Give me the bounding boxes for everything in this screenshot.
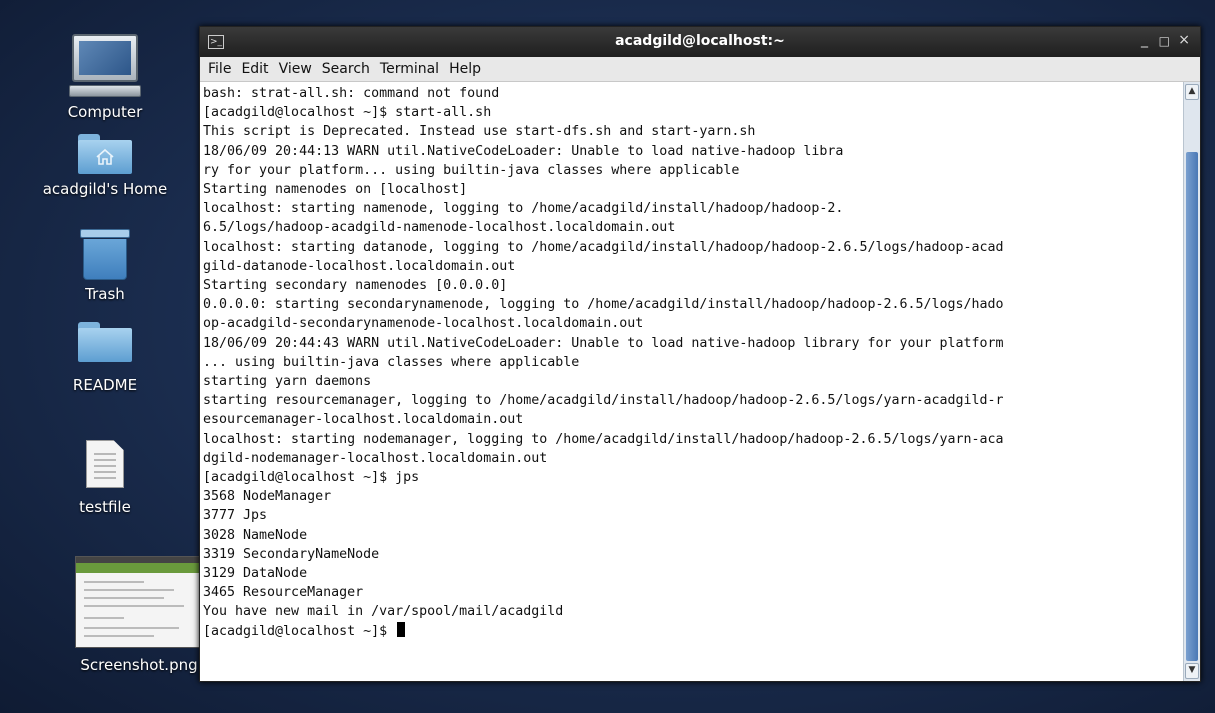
text-cursor xyxy=(397,621,406,637)
terminal-line: 3028 NameNode xyxy=(203,527,308,543)
menu-view[interactable]: View xyxy=(279,61,312,77)
terminal-line: You have new mail in /var/spool/mail/aca… xyxy=(203,604,564,620)
scroll-up-icon[interactable]: ▲ xyxy=(1185,84,1199,100)
terminal-line: localhost: starting nodemanager, logging… xyxy=(203,431,1004,447)
folder-icon xyxy=(78,322,132,362)
readme-desktop-icon[interactable]: README xyxy=(60,322,150,394)
trash-icon xyxy=(80,229,130,280)
terminal-line: 6.5/logs/hadoop-acadgild-namenode-localh… xyxy=(203,220,676,236)
terminal-line: dgild-nodemanager-localhost.localdomain.… xyxy=(203,450,548,466)
close-button[interactable]: × xyxy=(1178,32,1190,48)
text-file-icon xyxy=(86,440,124,488)
maximize-button[interactable]: □ xyxy=(1159,34,1170,48)
terminal-line: 0.0.0.0: starting secondarynamenode, log… xyxy=(203,297,1004,313)
testfile-desktop-icon[interactable]: testfile xyxy=(60,440,150,516)
screenshot-desktop-icon[interactable]: Screenshot.png xyxy=(74,556,204,674)
terminal-line: 3777 Jps xyxy=(203,508,268,524)
menu-terminal[interactable]: Terminal xyxy=(380,61,439,77)
terminal-line: Starting namenodes on [localhost] xyxy=(203,182,468,198)
image-thumbnail-icon xyxy=(75,556,203,648)
home-folder-label: acadgild's Home xyxy=(42,180,168,198)
terminal-line: 18/06/09 20:44:43 WARN util.NativeCodeLo… xyxy=(203,335,1004,351)
terminal-line: 3568 NodeManager xyxy=(203,489,332,505)
readme-label: README xyxy=(72,376,138,394)
computer-label: Computer xyxy=(67,103,143,121)
scrollbar-thumb[interactable] xyxy=(1186,152,1198,661)
terminal-window: >_ acadgild@localhost:~ _ □ × File Edit … xyxy=(199,26,1201,682)
home-folder-icon xyxy=(78,134,132,174)
terminal-line: op-acadgild-secondarynamenode-localhost.… xyxy=(203,316,644,332)
terminal-line: localhost: starting namenode, logging to… xyxy=(203,201,844,217)
testfile-label: testfile xyxy=(79,498,131,516)
terminal-line: 3129 DataNode xyxy=(203,566,308,582)
terminal-line: 18/06/09 20:44:13 WARN util.NativeCodeLo… xyxy=(203,143,844,159)
terminal-line: esourcemanager-localhost.localdomain.out xyxy=(203,412,524,428)
terminal-line: bash: strat-all.sh: command not found xyxy=(203,86,500,101)
terminal-line: starting resourcemanager, logging to /ho… xyxy=(203,393,1004,409)
menu-help[interactable]: Help xyxy=(449,61,481,77)
terminal-line: 3319 SecondaryNameNode xyxy=(203,546,380,562)
menu-file[interactable]: File xyxy=(208,61,231,77)
terminal-prompt-line: [acadgild@localhost ~]$ xyxy=(203,621,1184,641)
terminal-output[interactable]: bash: strat-all.sh: command not found [ac… xyxy=(200,82,1184,681)
terminal-line: [acadgild@localhost ~]$ start-all.sh xyxy=(203,105,492,121)
terminal-line: Starting secondary namenodes [0.0.0.0] xyxy=(203,278,508,294)
screenshot-label: Screenshot.png xyxy=(80,656,198,674)
terminal-line: ry for your platform... using builtin-ja… xyxy=(203,162,740,178)
terminal-line: gild-datanode-localhost.localdomain.out xyxy=(203,258,516,274)
terminal-line: 3465 ResourceManager xyxy=(203,585,364,601)
computer-desktop-icon[interactable]: Computer xyxy=(60,34,150,121)
trash-label: Trash xyxy=(85,285,125,303)
terminal-line: ... using builtin-java classes where app… xyxy=(203,354,580,370)
vertical-scrollbar[interactable]: ▲ ▼ xyxy=(1183,82,1200,681)
home-folder-desktop-icon[interactable]: acadgild's Home xyxy=(30,134,180,198)
trash-desktop-icon[interactable]: Trash xyxy=(60,229,150,303)
menu-bar: File Edit View Search Terminal Help xyxy=(200,57,1200,82)
window-title: acadgild@localhost:~ xyxy=(615,33,785,49)
minimize-button[interactable]: _ xyxy=(1141,32,1148,48)
computer-icon xyxy=(60,34,150,97)
terminal-prompt: [acadgild@localhost ~]$ xyxy=(203,623,396,639)
menu-edit[interactable]: Edit xyxy=(241,61,268,77)
terminal-line: starting yarn daemons xyxy=(203,374,372,390)
terminal-line: This script is Deprecated. Instead use s… xyxy=(203,124,756,140)
title-bar[interactable]: >_ acadgild@localhost:~ _ □ × xyxy=(200,27,1200,57)
terminal-line: localhost: starting datanode, logging to… xyxy=(203,239,1004,255)
menu-search[interactable]: Search xyxy=(322,61,370,77)
terminal-line: [acadgild@localhost ~]$ jps xyxy=(203,470,420,486)
scroll-down-icon[interactable]: ▼ xyxy=(1185,663,1199,679)
